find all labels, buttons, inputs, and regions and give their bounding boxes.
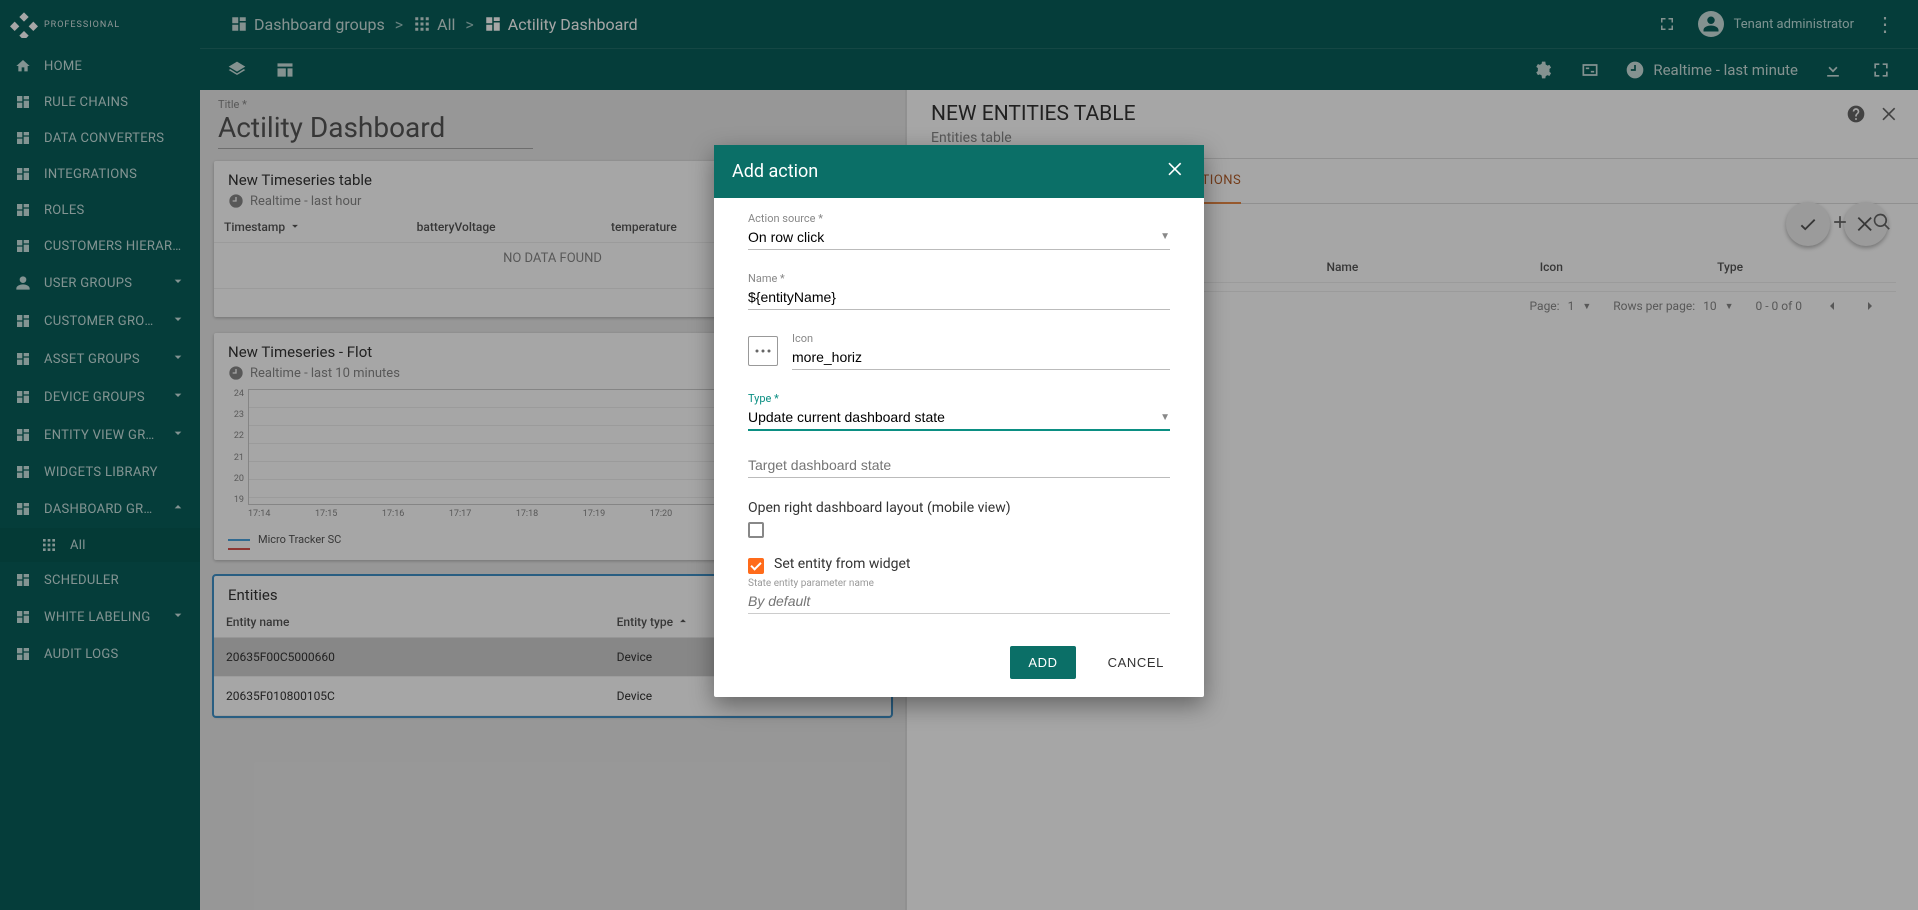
dialog-close-button[interactable] bbox=[1166, 159, 1186, 184]
close-icon bbox=[1166, 159, 1186, 179]
field-label: State entity parameter name bbox=[748, 578, 1170, 589]
field-label: Action source * bbox=[748, 212, 1170, 225]
checkbox-label: Set entity from widget bbox=[774, 556, 911, 572]
action-type-select[interactable] bbox=[748, 405, 1170, 431]
field-label: Icon bbox=[792, 332, 1170, 345]
field-label: Type * bbox=[748, 392, 1170, 405]
action-source-select[interactable] bbox=[748, 225, 1170, 250]
dialog-cancel-button[interactable]: CANCEL bbox=[1090, 646, 1182, 679]
add-action-dialog: Add action Action source * ▼ Name * Icon bbox=[714, 145, 1204, 697]
dialog-add-button[interactable]: ADD bbox=[1010, 646, 1075, 679]
more-horiz-icon bbox=[754, 342, 772, 360]
open-right-layout-checkbox[interactable] bbox=[748, 522, 764, 538]
field-label: Name * bbox=[748, 272, 1170, 285]
icon-name-input[interactable] bbox=[792, 345, 1170, 370]
dialog-title: Add action bbox=[732, 161, 818, 182]
state-param-input[interactable] bbox=[748, 589, 1170, 614]
action-name-input[interactable] bbox=[748, 285, 1170, 310]
target-state-input[interactable] bbox=[748, 453, 1170, 478]
icon-picker[interactable] bbox=[748, 336, 778, 366]
modal-overlay[interactable]: Add action Action source * ▼ Name * Icon bbox=[0, 0, 1918, 910]
set-entity-checkbox[interactable] bbox=[748, 558, 764, 574]
dropdown-arrow-icon: ▼ bbox=[1160, 231, 1170, 242]
checkbox-label: Open right dashboard layout (mobile view… bbox=[748, 500, 1170, 516]
dropdown-arrow-icon: ▼ bbox=[1160, 412, 1170, 423]
